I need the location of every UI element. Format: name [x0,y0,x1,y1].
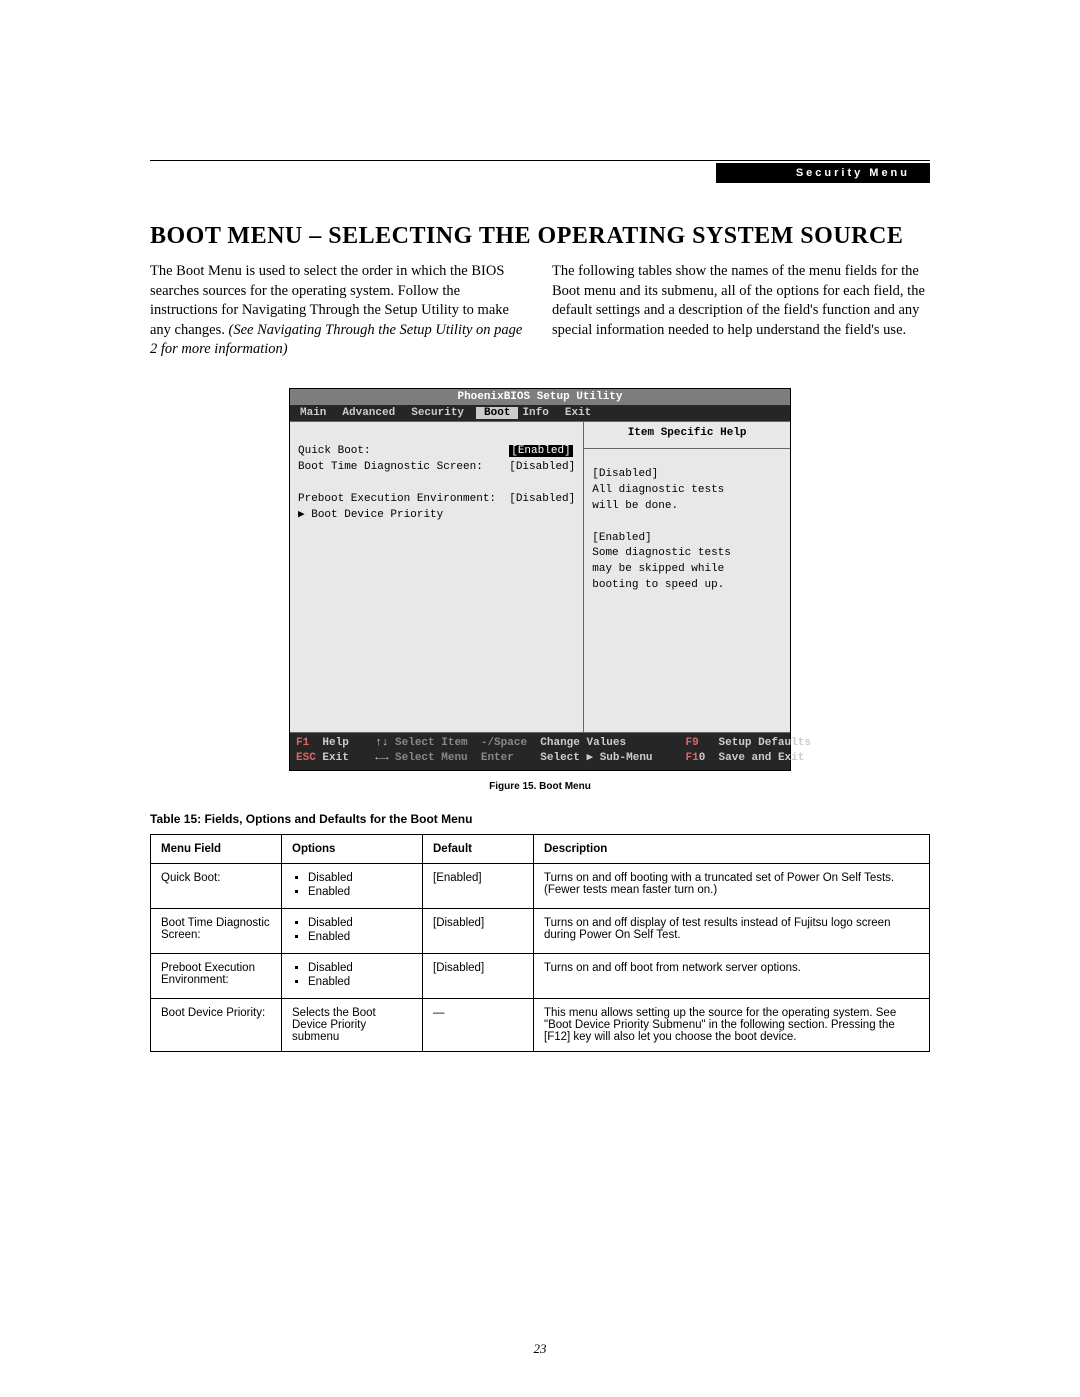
fields-table: Menu FieldOptionsDefaultDescription Quic… [150,834,930,1052]
intro-right-text: The following tables show the names of t… [552,262,930,360]
table-row: Boot Device Priority:Selects the Boot De… [151,998,930,1051]
bios-title: PhoenixBIOS Setup Utility [290,389,790,405]
table-row: Quick Boot:DisabledEnabled[Enabled]Turns… [151,863,930,908]
bios-field-row: Boot Time Diagnostic Screen: [Disabled] [298,460,575,476]
table-header: Description [534,834,930,863]
table-caption: Table 15: Fields, Options and Defaults f… [150,812,930,826]
bios-help-text: [Disabled]All diagnostic testswill be do… [592,467,782,595]
section-label: Security Menu [716,163,930,183]
table-row: Preboot Execution Environment:DisabledEn… [151,953,930,998]
bios-tab-main: Main [296,407,338,419]
header-bar: Security Menu [150,163,930,183]
bios-tabs: MainAdvancedSecurityBootInfoExit [290,405,790,421]
bios-help-pane: Item Specific Help [Disabled]All diagnos… [584,422,790,732]
bios-field-row: ▶ Boot Device Priority [298,508,575,524]
bios-field-row: Preboot Execution Environment: [Disabled… [298,492,575,508]
bios-screenshot: PhoenixBIOS Setup Utility MainAdvancedSe… [289,388,791,771]
bios-tab-boot: Boot [476,407,518,419]
bios-fields-pane: Quick Boot: [Enabled]Boot Time Diagnosti… [290,422,584,732]
page-title: BOOT MENU – SELECTING THE OPERATING SYST… [150,223,930,250]
page-number: 23 [0,1341,1080,1357]
bios-tab-security: Security [407,407,476,419]
table-header: Default [423,834,534,863]
table-row: Boot Time Diagnostic Screen:DisabledEnab… [151,908,930,953]
bios-tab-info: Info [518,407,560,419]
bios-help-title: Item Specific Help [584,422,790,449]
table-header: Menu Field [151,834,282,863]
bios-field-row: Quick Boot: [Enabled] [298,444,575,460]
intro-columns: The Boot Menu is used to select the orde… [150,262,930,360]
bios-field-row [298,476,575,492]
bios-tab-advanced: Advanced [338,407,407,419]
bios-footer: F1 Help ↑↓ Select Item -/Space Change Va… [290,733,790,770]
table-header: Options [282,834,423,863]
bios-tab-exit: Exit [561,407,603,419]
figure-caption: Figure 15. Boot Menu [150,781,930,792]
